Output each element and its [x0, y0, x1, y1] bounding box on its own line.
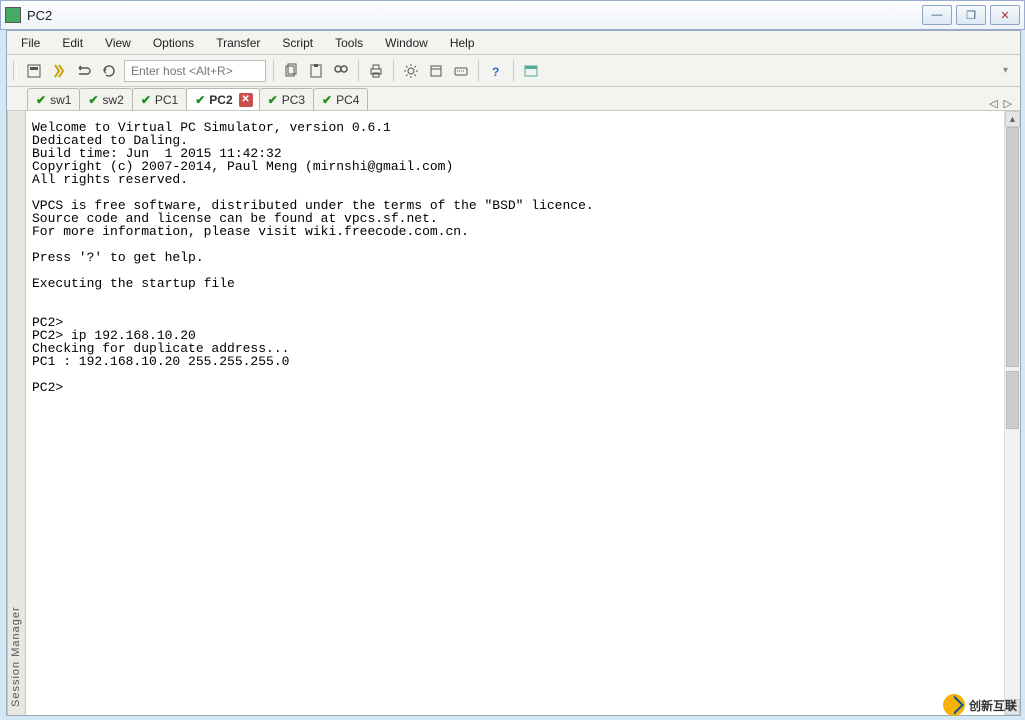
tabstrip-spacer — [7, 87, 25, 110]
check-icon: ✔ — [36, 93, 46, 107]
check-icon: ✔ — [141, 93, 151, 107]
tab-pc4[interactable]: ✔ PC4 — [313, 88, 368, 110]
scroll-thumb[interactable] — [1006, 127, 1019, 367]
tab-label: PC4 — [336, 93, 359, 107]
toolbar-separator — [478, 60, 479, 82]
maximize-button[interactable]: ❐ — [956, 5, 986, 25]
tab-pc1[interactable]: ✔ PC1 — [132, 88, 187, 110]
scroll-thumb[interactable] — [1006, 371, 1019, 429]
minimize-button[interactable]: — — [922, 5, 952, 25]
toolbar-separator — [393, 60, 394, 82]
toolbar-separator — [358, 60, 359, 82]
menu-script[interactable]: Script — [272, 33, 323, 53]
menu-tools[interactable]: Tools — [325, 33, 373, 53]
watermark-logo-icon — [943, 694, 965, 716]
tab-scroll-left-icon[interactable]: ◁ — [989, 97, 997, 110]
check-icon: ✔ — [322, 93, 332, 107]
svg-text:?: ? — [492, 65, 499, 79]
watermark: 创新互联 — [943, 694, 1017, 716]
check-icon: ✔ — [268, 93, 278, 107]
tab-pc2[interactable]: ✔ PC2 ✕ — [186, 88, 259, 110]
toolbar-overflow-icon[interactable]: ▾ — [1003, 65, 1014, 76]
close-tab-icon[interactable]: ✕ — [239, 93, 253, 107]
tab-pc3[interactable]: ✔ PC3 — [259, 88, 314, 110]
host-input[interactable] — [124, 60, 266, 82]
menubar: File Edit View Options Transfer Script T… — [7, 31, 1020, 55]
settings-icon[interactable] — [401, 61, 421, 81]
watermark-text: 创新互联 — [969, 697, 1017, 714]
keyboard-icon[interactable] — [451, 61, 471, 81]
tab-scroll-right-icon[interactable]: ▷ — [1004, 97, 1012, 110]
tab-label: PC2 — [209, 93, 232, 107]
menu-transfer[interactable]: Transfer — [206, 33, 270, 53]
help-icon[interactable]: ? — [486, 61, 506, 81]
menu-window[interactable]: Window — [375, 33, 438, 53]
session-options-icon[interactable] — [426, 61, 446, 81]
quick-connect-icon[interactable] — [49, 61, 69, 81]
copy-icon[interactable] — [281, 61, 301, 81]
main-area: Session Manager Welcome to Virtual PC Si… — [7, 111, 1020, 715]
toolbar-separator — [513, 60, 514, 82]
menu-view[interactable]: View — [95, 33, 141, 53]
toolbar: ? ▾ — [7, 55, 1020, 87]
window-controls: — ❐ ✕ — [922, 5, 1020, 25]
scroll-up-icon[interactable]: ▲ — [1005, 111, 1020, 127]
menu-options[interactable]: Options — [143, 33, 204, 53]
session-manager-tab[interactable]: Session Manager — [7, 111, 25, 715]
find-icon[interactable] — [331, 61, 351, 81]
tab-label: PC3 — [282, 93, 305, 107]
scrollbar-vertical[interactable]: ▲ ▼ — [1004, 111, 1020, 715]
menu-file[interactable]: File — [11, 33, 50, 53]
app-frame: File Edit View Options Transfer Script T… — [6, 30, 1021, 716]
check-icon: ✔ — [88, 93, 98, 107]
close-button[interactable]: ✕ — [990, 5, 1020, 25]
tab-label: PC1 — [155, 93, 178, 107]
window-title: PC2 — [27, 8, 922, 23]
menu-help[interactable]: Help — [440, 33, 485, 53]
tab-sw1[interactable]: ✔ sw1 — [27, 88, 80, 110]
check-icon: ✔ — [195, 93, 205, 107]
tab-label: sw1 — [50, 93, 71, 107]
disconnect-icon[interactable] — [99, 61, 119, 81]
tabs: ✔ sw1 ✔ sw2 ✔ PC1 ✔ PC2 ✕ ✔ PC3 ✔ PC4 — [25, 87, 367, 110]
terminal[interactable]: Welcome to Virtual PC Simulator, version… — [25, 111, 1020, 715]
paste-icon[interactable] — [306, 61, 326, 81]
reconnect-icon[interactable] — [74, 61, 94, 81]
tab-sw2[interactable]: ✔ sw2 — [79, 88, 132, 110]
app-icon — [5, 7, 21, 23]
toolbar-separator — [273, 60, 274, 82]
titlebar: PC2 — ❐ ✕ — [0, 0, 1025, 30]
toolbar-grip — [13, 61, 17, 81]
tab-nav: ◁ ▷ — [981, 97, 1020, 110]
command-window-icon[interactable] — [521, 61, 541, 81]
print-icon[interactable] — [366, 61, 386, 81]
tab-label: sw2 — [102, 93, 123, 107]
menu-edit[interactable]: Edit — [52, 33, 93, 53]
profile-icon[interactable] — [24, 61, 44, 81]
tab-strip: ✔ sw1 ✔ sw2 ✔ PC1 ✔ PC2 ✕ ✔ PC3 ✔ PC4 ◁ ▷ — [7, 87, 1020, 111]
terminal-output: Welcome to Virtual PC Simulator, version… — [26, 111, 1004, 715]
